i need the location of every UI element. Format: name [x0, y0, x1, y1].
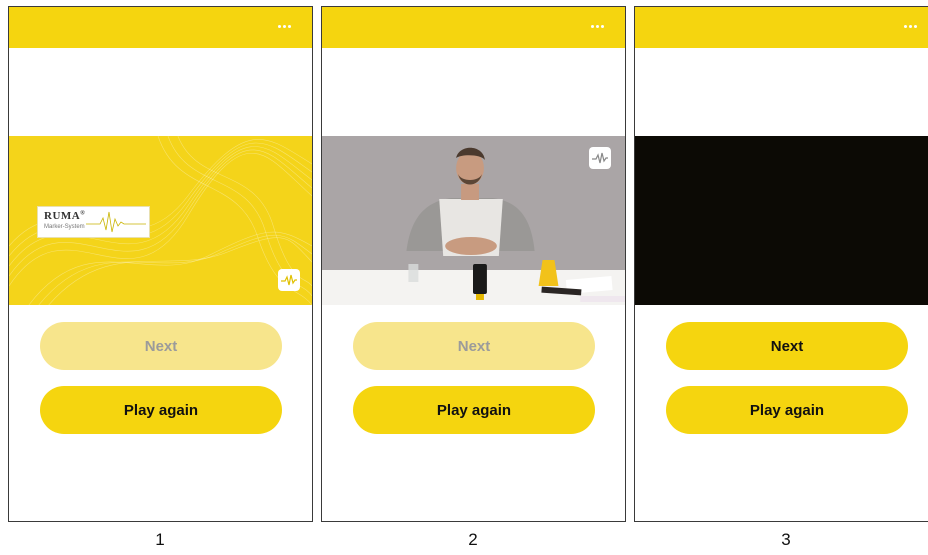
play-again-button[interactable]: Play again [353, 386, 595, 434]
figure-caption-2: 2 [468, 530, 478, 549]
video-frame-person-at-table [322, 136, 625, 305]
ruma-logo-card: RUMA® Marker-System [37, 206, 150, 238]
brand-title: RUMA® [44, 210, 85, 222]
brand-subtitle: Marker-System [44, 224, 85, 230]
more-horizontal-icon[interactable] [273, 17, 295, 35]
brand-title-text: RUMA [44, 210, 81, 222]
ruma-pulse-logo-icon [589, 147, 611, 169]
next-button[interactable]: Next [40, 322, 282, 370]
figure-caption-1: 1 [155, 530, 165, 549]
phone-screen-2: Next Play again [321, 6, 626, 522]
next-button[interactable]: Next [353, 322, 595, 370]
top-app-bar [322, 7, 625, 48]
top-app-bar [635, 7, 928, 48]
video-player[interactable] [635, 136, 928, 305]
phone-screen-1: RUMA® Marker-System Next Play again [8, 6, 313, 522]
more-horizontal-icon[interactable] [899, 17, 921, 35]
pulse-wave-icon [86, 211, 146, 233]
play-again-button[interactable]: Play again [666, 386, 908, 434]
more-horizontal-icon[interactable] [586, 17, 608, 35]
brand-registered-mark: ® [80, 210, 86, 217]
top-app-bar [9, 7, 312, 48]
video-player[interactable]: RUMA® Marker-System [9, 136, 312, 305]
video-player[interactable] [322, 136, 625, 305]
ruma-pulse-logo-icon [278, 269, 300, 291]
phone-screen-3: Next Play again [634, 6, 928, 522]
figure-caption-3: 3 [781, 530, 791, 549]
next-button[interactable]: Next [666, 322, 908, 370]
play-again-button[interactable]: Play again [40, 386, 282, 434]
